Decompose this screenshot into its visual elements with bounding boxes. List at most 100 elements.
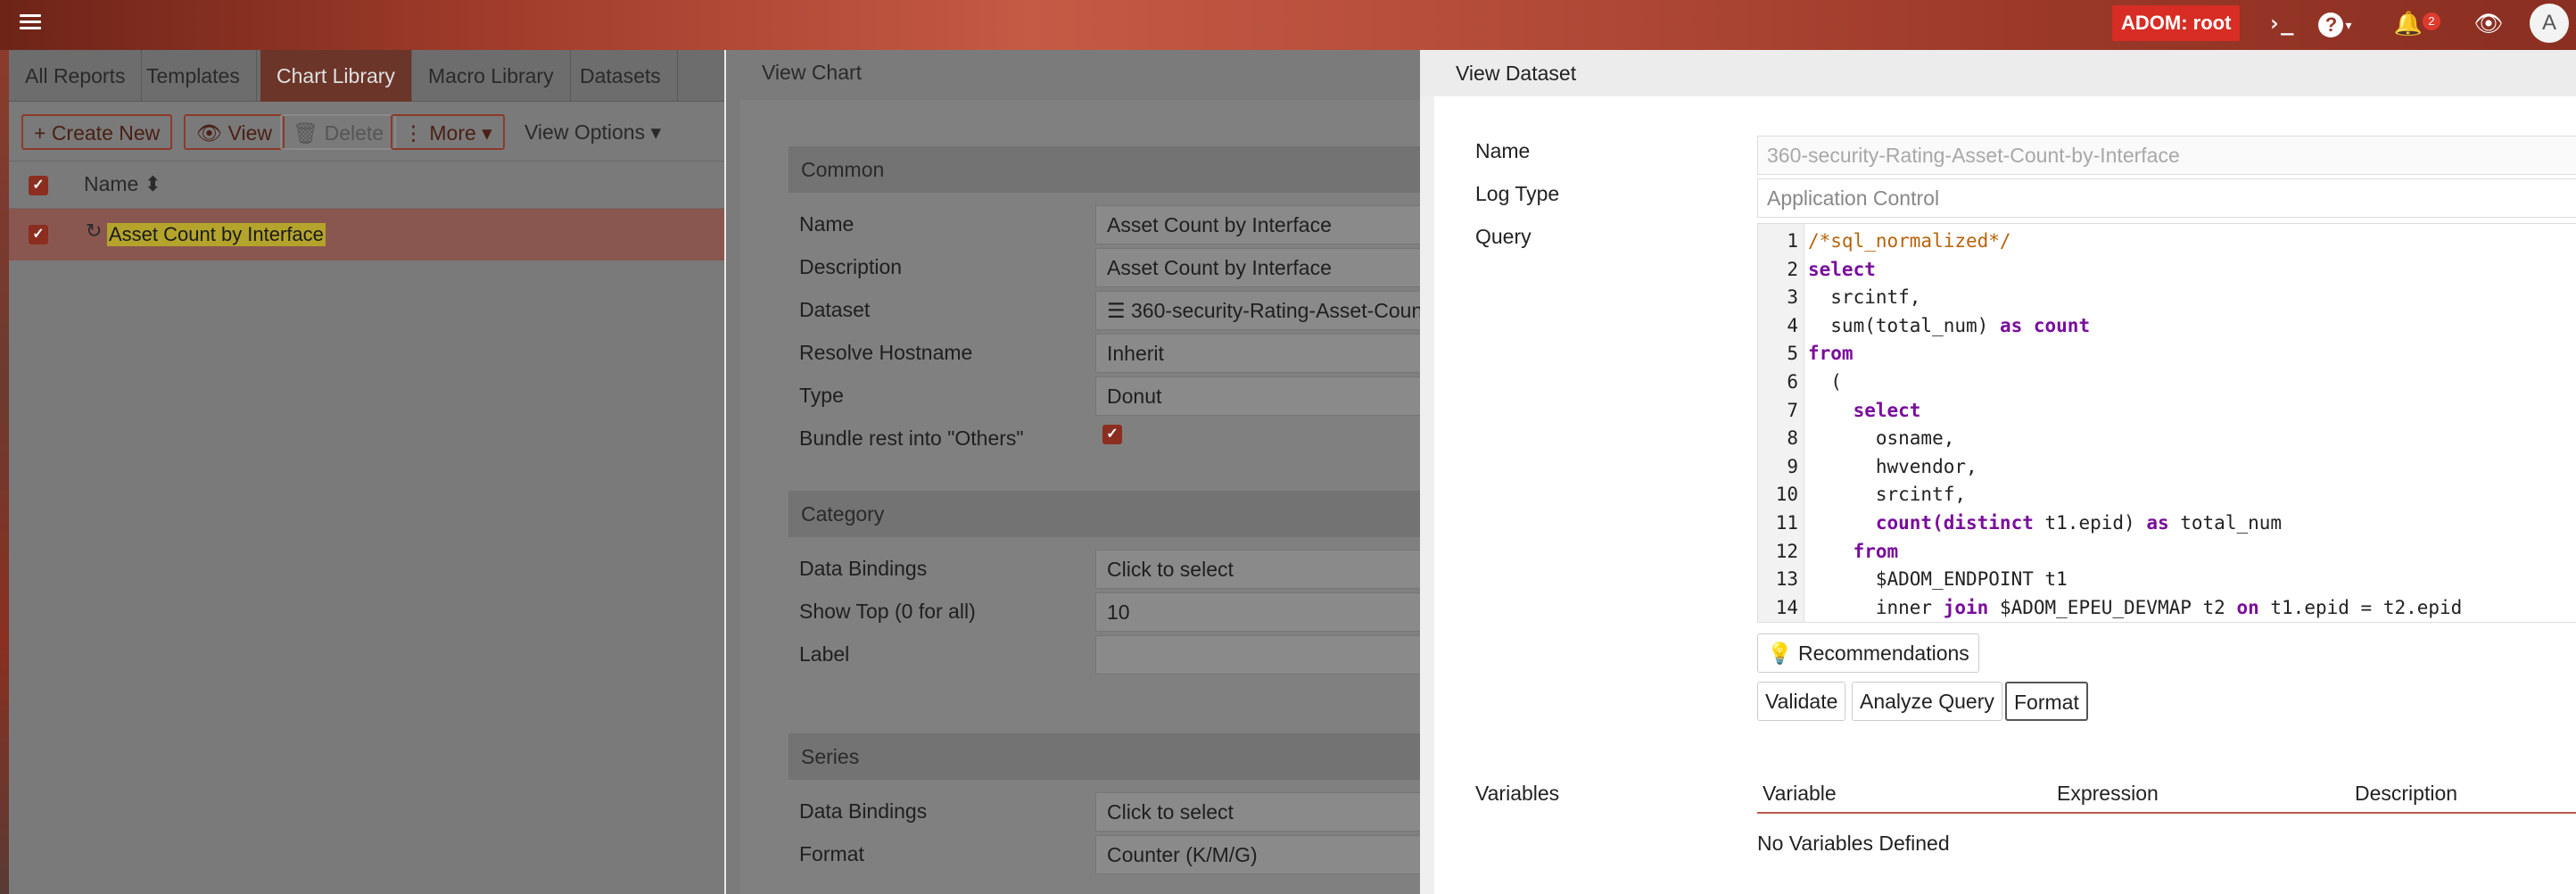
list-header: ✓ Name ⬍ [9,161,724,209]
terminal-icon[interactable]: ›_ [2266,7,2296,39]
code-token: from [1808,343,1854,365]
chevron-down-icon: ▾ [2345,17,2352,32]
category-bindings-label: Data Bindings [799,557,928,580]
code-token: from [1808,540,1899,562]
recommendations-button[interactable]: 💡 Recommendations [1757,633,1979,673]
analyze-query-button[interactable]: Analyze Query [1852,682,2002,721]
chart-toolbar: + Create New 👁 View 🗑 Delete ⋮ More ▾ Vi… [9,102,724,161]
line-number: 8 [1787,427,1798,450]
query-code-line: osname, [1808,425,1955,452]
user-avatar[interactable]: A [2530,4,2569,43]
tab-all-reports[interactable]: All Reports [9,50,143,102]
view-options-dropdown[interactable]: View Options ▾ [524,114,661,150]
query-code-line: select [1808,397,1921,425]
show-top-label: Show Top (0 for all) [799,600,976,623]
code-token: t1.epid = t2.epid [2258,596,2463,618]
series-bindings-label: Data Bindings [799,799,928,823]
question-glyph: ? [2318,12,2344,37]
type-label: Type [799,384,844,407]
code-token: t1.epid) [2033,512,2147,534]
log-type-field: Application Control [1757,178,2576,218]
line-number: 5 [1787,343,1798,365]
view-chart-title: View Chart [762,61,863,84]
adom-selector[interactable]: ADOM: root [2112,5,2241,41]
code-token: srcintf, [1808,484,1967,506]
line-number: 9 [1787,455,1798,477]
code-token: on [2236,596,2259,618]
report-tabs: All Reports Templates Chart Library Macr… [9,50,724,102]
line-number: 12 [1775,540,1798,562]
query-code-line: from [1808,340,1854,368]
dataset-label: Dataset [799,298,871,321]
chart-name[interactable]: Asset Count by Interface [107,223,326,246]
bundle-others-label: Bundle rest into "Others" [799,426,1024,450]
more-button[interactable]: ⋮ More ▾ [391,114,505,150]
code-token: $ADOM_EPEU_DEVMAP t2 [1988,596,2237,618]
tab-datasets[interactable]: Datasets [564,50,678,102]
line-number: 11 [1775,512,1798,534]
code-token: select [1808,258,1876,280]
code-token: select [1808,399,1921,421]
code-token: osname, [1808,427,1955,450]
no-variables-message: No Variables Defined [1757,832,1950,855]
code-token: count(distinct [1808,512,2034,534]
name-label: Name [799,212,855,236]
row-checkbox[interactable]: ✓ [29,225,48,244]
expression-column-header: Expression [2057,782,2159,805]
query-code-line: $ADOM_ENDPOINT t1 [1808,566,2068,593]
line-number: 6 [1787,371,1798,393]
table-row[interactable]: ✓ ↻ Asset Count by Interface [9,209,724,261]
line-number: 4 [1787,314,1798,336]
hamburger-menu-icon[interactable] [20,11,41,32]
code-token: hwvendor, [1808,455,1977,477]
code-token: ( [1808,371,1842,393]
validate-button[interactable]: Validate [1757,682,1846,721]
notifications-bell-icon[interactable]: 🔔 [2390,7,2426,39]
query-code-line: from [1808,538,1899,566]
view-dataset-title: View Dataset [1420,50,2576,96]
dataset-name-label: Name [1475,139,1531,162]
tab-chart-library[interactable]: Chart Library [260,50,412,102]
code-token: /*sql_normalized*/ [1808,230,2011,252]
code-token: sum(total_num) [1808,314,2000,336]
code-token: inner [1808,596,1944,618]
line-number: 7 [1787,399,1798,421]
query-code-line: count(distinct t1.epid) as total_num [1808,509,2282,537]
view-button[interactable]: 👁 View [184,114,285,150]
tab-templates[interactable]: Templates [130,50,257,102]
delete-button[interactable]: 🗑 Delete [280,114,397,150]
line-number: 14 [1775,596,1798,618]
query-code-line: srcintf, [1808,284,1920,311]
panel-edge [1420,96,1434,894]
description-label: Description [799,255,903,278]
log-type-label: Log Type [1475,182,1560,205]
code-token: as count [1999,314,2091,336]
query-code-line: inner join $ADOM_EPEU_DEVMAP t2 on t1.ep… [1808,594,2462,622]
view-dataset-panel: View Dataset Name 360-security-Rating-As… [1420,50,2576,894]
query-code-line: ( [1808,368,1842,396]
bundle-others-checkbox[interactable]: ✓ [1102,425,1122,444]
eye-icon[interactable]: 👁 [2471,7,2506,39]
line-number: 13 [1775,568,1798,591]
query-code-line: select [1808,256,1876,284]
query-code-line: sum(total_num) as count [1808,312,2090,340]
line-number: 3 [1787,286,1798,309]
query-editor[interactable]: 1 2 3 4 5 6 7 8 9 10 11 12 13 14 /*sql_normalized*/se… [1757,223,2576,623]
help-icon[interactable]: ? ▾ [2317,7,2353,39]
format-label: Format [799,842,864,865]
label-label: Label [799,642,850,666]
create-new-button[interactable]: + Create New [21,114,173,150]
refresh-icon: ↻ [86,219,103,242]
tab-macro-library[interactable]: Macro Library [412,50,571,102]
top-bar: ADOM: root ›_ ? ▾ 🔔 2 👁 A [0,0,2576,50]
select-all-checkbox[interactable]: ✓ [29,176,48,195]
format-button[interactable]: Format [2005,682,2088,721]
resolve-hostname-label: Resolve Hostname [799,341,973,364]
code-token: total_num [2168,512,2283,534]
variables-table-header: Variable Expression Description [1757,769,2576,814]
line-number: 2 [1787,258,1798,280]
name-column-header[interactable]: Name ⬍ [84,172,161,196]
query-code-line: hwvendor, [1808,453,1977,481]
chart-library-panel: All Reports Templates Chart Library Macr… [0,50,724,894]
line-number: 10 [1775,484,1798,506]
